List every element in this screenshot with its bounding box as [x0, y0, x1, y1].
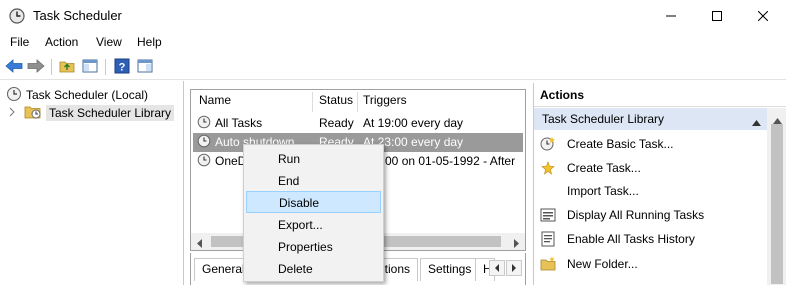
- toolbar-separator: [105, 59, 106, 75]
- minimize-icon: [666, 11, 676, 21]
- help-button[interactable]: ?: [112, 57, 132, 77]
- chevron-right-icon: [511, 261, 517, 275]
- tab-settings[interactable]: Settings: [420, 258, 480, 281]
- chevron-left-icon: [494, 261, 500, 275]
- task-status: Ready: [319, 116, 354, 130]
- show-hide-action-pane-icon: [137, 58, 153, 77]
- clock-icon: [197, 153, 211, 170]
- chevron-left-icon[interactable]: [196, 237, 203, 251]
- menu-item-end[interactable]: End: [246, 170, 381, 192]
- action-label: New Folder...: [567, 257, 638, 271]
- menu-item-export[interactable]: Export...: [246, 214, 381, 236]
- clock-icon: [6, 86, 22, 105]
- menu-item-properties[interactable]: Properties: [246, 236, 381, 258]
- task-name: All Tasks: [215, 116, 263, 130]
- collapse-triangle-icon[interactable]: [752, 115, 761, 129]
- tree-item-library[interactable]: Task Scheduler Library: [8, 104, 175, 123]
- tab-label: General: [202, 262, 245, 276]
- clock-icon: [9, 8, 25, 24]
- window-title: Task Scheduler: [33, 8, 122, 23]
- menu-help[interactable]: Help: [137, 35, 162, 49]
- help-icon: ?: [114, 58, 130, 77]
- action-label: Enable All Tasks History: [567, 232, 695, 246]
- task-trigger: 4:00 on 01-05-1992 - After: [375, 154, 516, 168]
- chevron-right-icon[interactable]: [8, 106, 16, 120]
- tree-item-label: Task Scheduler Library: [46, 105, 175, 121]
- menu-view[interactable]: View: [96, 35, 122, 49]
- menu-bar: File Action View Help: [0, 32, 786, 52]
- actions-section-header[interactable]: Task Scheduler Library: [534, 108, 767, 130]
- svg-text:?: ?: [119, 61, 126, 73]
- action-display-running-tasks[interactable]: Display All Running Tasks: [540, 204, 765, 226]
- chevron-right-icon[interactable]: [513, 237, 520, 251]
- action-create-basic-task[interactable]: Create Basic Task...: [540, 133, 765, 155]
- close-icon: [758, 11, 768, 21]
- forward-arrow-icon: [27, 58, 45, 76]
- show-hide-tree-icon: [82, 58, 98, 77]
- actions-header: Actions: [534, 83, 786, 107]
- tab-label: Settings: [428, 262, 472, 276]
- task-trigger: At 19:00 every day: [363, 116, 464, 130]
- action-label: Create Basic Task...: [567, 137, 674, 151]
- column-separator[interactable]: [312, 92, 313, 112]
- section-title: Task Scheduler Library: [542, 112, 665, 126]
- tree-item-local[interactable]: Task Scheduler (Local): [6, 86, 148, 104]
- clock-icon: [197, 115, 211, 132]
- action-label: Import Task...: [567, 184, 639, 198]
- running-tasks-icon: [540, 207, 556, 223]
- action-create-task[interactable]: Create Task...: [540, 157, 765, 179]
- tree-item-label: Task Scheduler (Local): [26, 88, 149, 102]
- tab-scroll-left[interactable]: [489, 260, 505, 276]
- actions-pane: Actions Task Scheduler Library Create Ba…: [533, 83, 786, 285]
- scrollbar-thumb[interactable]: [771, 124, 783, 284]
- tasks-history-icon: [540, 231, 556, 247]
- show-hide-tree-button[interactable]: [80, 57, 100, 77]
- close-button[interactable]: [740, 0, 786, 32]
- table-row[interactable]: All Tasks Ready At 19:00 every day: [193, 114, 523, 133]
- menu-item-run[interactable]: Run: [246, 148, 381, 170]
- minimize-button[interactable]: [648, 0, 694, 32]
- context-menu: Run End Disable Export... Properties Del…: [243, 144, 384, 282]
- new-folder-icon: [540, 256, 556, 272]
- action-label: Create Task...: [567, 161, 641, 175]
- task-name: OneD: [215, 154, 247, 168]
- tab-scroll-right[interactable]: [506, 260, 522, 276]
- column-separator[interactable]: [357, 92, 358, 112]
- show-hide-action-pane-button[interactable]: [135, 57, 155, 77]
- maximize-button[interactable]: [694, 0, 740, 32]
- column-header-status[interactable]: Status: [319, 93, 353, 107]
- menu-action[interactable]: Action: [45, 35, 78, 49]
- column-header-triggers[interactable]: Triggers: [363, 93, 407, 107]
- action-new-folder[interactable]: New Folder...: [540, 253, 765, 275]
- title-bar: Task Scheduler: [0, 0, 786, 32]
- maximize-icon: [712, 11, 722, 21]
- menu-file[interactable]: File: [10, 35, 29, 49]
- clock-icon: [197, 134, 211, 151]
- menu-item-delete[interactable]: Delete: [246, 258, 381, 280]
- create-basic-task-icon: [540, 136, 556, 152]
- action-enable-tasks-history[interactable]: Enable All Tasks History: [540, 228, 765, 250]
- up-folder-button[interactable]: [57, 57, 77, 77]
- create-task-icon: [540, 160, 556, 176]
- back-button[interactable]: [4, 57, 24, 77]
- menu-item-disable[interactable]: Disable: [246, 191, 381, 213]
- toolbar: ?: [0, 54, 786, 80]
- action-import-task[interactable]: Import Task...: [540, 180, 765, 202]
- back-arrow-icon: [5, 58, 23, 76]
- column-header-name[interactable]: Name: [199, 93, 231, 107]
- toolbar-separator: [51, 59, 52, 75]
- folder-clock-icon: [24, 104, 42, 123]
- action-label: Display All Running Tasks: [567, 208, 705, 222]
- forward-button[interactable]: [26, 57, 46, 77]
- tab-label: itions: [382, 262, 411, 276]
- vertical-scrollbar[interactable]: [767, 108, 786, 285]
- folder-up-icon: [59, 58, 75, 77]
- navigation-tree: Task Scheduler (Local) Task Scheduler Li…: [0, 81, 184, 285]
